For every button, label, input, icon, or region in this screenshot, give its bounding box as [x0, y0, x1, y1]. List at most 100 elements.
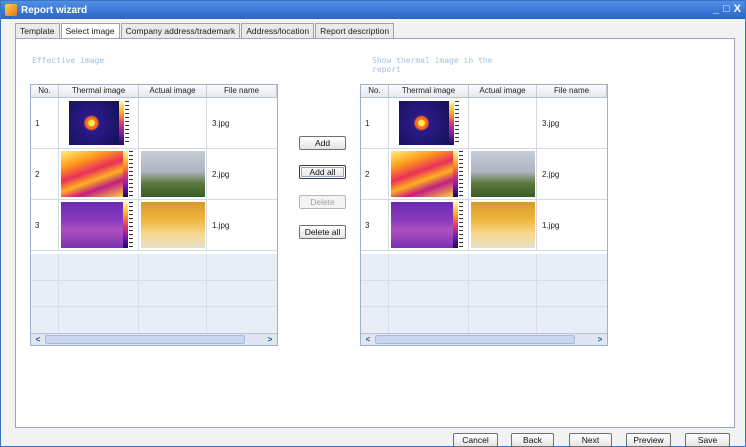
- scroll-left-icon[interactable]: <: [33, 335, 43, 344]
- color-palette: [123, 202, 128, 248]
- row-divider: [31, 306, 277, 307]
- scroll-right-icon[interactable]: >: [595, 335, 605, 344]
- col-divider: [206, 254, 207, 334]
- row-divider: [361, 306, 607, 307]
- tab-panel: Effective image Show thermal image in th…: [15, 38, 735, 428]
- table-row[interactable]: 3 1.jpg: [31, 200, 277, 251]
- scroll-thumb[interactable]: [375, 335, 575, 344]
- actual-image: [141, 202, 205, 248]
- delete-button[interactable]: Delete: [299, 195, 346, 209]
- effective-image-grid[interactable]: No. Thermal image Actual image File name…: [30, 84, 278, 346]
- color-palette: [449, 101, 454, 145]
- file-name: 2.jpg: [212, 169, 230, 179]
- next-button[interactable]: Next: [569, 433, 612, 447]
- maximize-icon[interactable]: □: [723, 3, 730, 15]
- report-wizard-window: Report wizard _ □ X Template Select imag…: [0, 0, 746, 447]
- horizontal-scrollbar[interactable]: < >: [31, 333, 277, 345]
- tab-report-description[interactable]: Report description: [315, 23, 395, 38]
- col-actual-header[interactable]: Actual image: [469, 85, 537, 97]
- tab-company-address[interactable]: Company address/trademark: [120, 23, 241, 38]
- scroll-right-icon[interactable]: >: [265, 335, 275, 344]
- actual-image-cell: [469, 98, 537, 148]
- actual-image: [471, 151, 535, 197]
- palette-ticks: [129, 202, 133, 248]
- col-divider: [388, 254, 389, 334]
- table-row[interactable]: 1 3.jpg: [361, 98, 607, 149]
- window-title: Report wizard: [21, 4, 88, 16]
- actual-image-cell: [469, 149, 537, 199]
- col-divider: [138, 254, 139, 334]
- cancel-button[interactable]: Cancel: [453, 433, 498, 447]
- col-file-header[interactable]: File name: [537, 85, 607, 97]
- table-row[interactable]: 3 1.jpg: [361, 200, 607, 251]
- color-palette: [453, 151, 458, 197]
- delete-all-button[interactable]: Delete all: [299, 225, 346, 239]
- file-name: 3.jpg: [542, 118, 560, 128]
- palette-ticks: [125, 101, 129, 145]
- thermal-image-cell: [59, 98, 139, 148]
- add-button[interactable]: Add: [299, 136, 346, 150]
- thermal-image: [391, 202, 453, 248]
- actual-image-cell: [139, 200, 207, 250]
- table-row[interactable]: 2 2.jpg: [361, 149, 607, 200]
- effective-image-label: Effective image: [32, 56, 105, 65]
- col-no-header[interactable]: No.: [31, 85, 59, 97]
- back-button[interactable]: Back: [511, 433, 554, 447]
- col-divider: [536, 254, 537, 334]
- color-palette: [119, 101, 124, 145]
- thermal-image: [69, 101, 119, 145]
- report-image-grid[interactable]: No. Thermal image Actual image File name…: [360, 84, 608, 346]
- table-row[interactable]: 1 3.jpg: [31, 98, 277, 149]
- col-divider: [58, 254, 59, 334]
- thermal-image: [61, 202, 123, 248]
- actual-image: [141, 151, 205, 197]
- preview-button[interactable]: Preview: [626, 433, 671, 447]
- thermal-image-cell: [389, 200, 469, 250]
- thermal-image-cell: [59, 200, 139, 250]
- save-button[interactable]: Save: [685, 433, 730, 447]
- col-actual-header[interactable]: Actual image: [139, 85, 207, 97]
- empty-grid-area: [31, 254, 277, 334]
- file-name: 1.jpg: [542, 220, 560, 230]
- tab-address-location[interactable]: Address/location: [241, 23, 315, 38]
- col-divider: [468, 254, 469, 334]
- add-all-button[interactable]: Add all: [299, 165, 346, 179]
- row-number: 1: [31, 98, 59, 148]
- palette-ticks: [129, 151, 133, 197]
- actual-image: [471, 202, 535, 248]
- title-bar[interactable]: Report wizard _ □ X: [1, 1, 745, 19]
- window-controls: _ □ X: [713, 3, 741, 15]
- close-icon[interactable]: X: [734, 3, 741, 15]
- row-number: 3: [361, 200, 389, 250]
- file-name: 1.jpg: [212, 220, 230, 230]
- table-row[interactable]: 2 2.jpg: [31, 149, 277, 200]
- row-number: 2: [31, 149, 59, 199]
- grid-rows: 1 3.jpg 2 2.jpg 3 1.jpg: [361, 98, 607, 251]
- col-thermal-header[interactable]: Thermal image: [59, 85, 139, 97]
- grid-header: No. Thermal image Actual image File name: [361, 85, 607, 98]
- scroll-left-icon[interactable]: <: [363, 335, 373, 344]
- col-no-header[interactable]: No.: [361, 85, 389, 97]
- col-thermal-header[interactable]: Thermal image: [389, 85, 469, 97]
- thermal-image-cell: [389, 98, 469, 148]
- actual-image-cell: [139, 98, 207, 148]
- palette-ticks: [459, 202, 463, 248]
- minimize-icon[interactable]: _: [713, 3, 719, 15]
- tab-select-image[interactable]: Select image: [60, 23, 120, 39]
- thermal-image: [399, 101, 449, 145]
- thermal-image-cell: [389, 149, 469, 199]
- palette-ticks: [455, 101, 459, 145]
- thermal-image-cell: [59, 149, 139, 199]
- horizontal-scrollbar[interactable]: < >: [361, 333, 607, 345]
- show-thermal-label-line2: report: [372, 65, 401, 74]
- color-palette: [453, 202, 458, 248]
- grid-rows: 1 3.jpg 2 2.jpg 3 1.jpg: [31, 98, 277, 251]
- actual-image-cell: [139, 149, 207, 199]
- app-icon: [5, 4, 17, 16]
- scroll-thumb[interactable]: [45, 335, 245, 344]
- tab-template[interactable]: Template: [15, 23, 60, 38]
- color-palette: [123, 151, 128, 197]
- col-file-header[interactable]: File name: [207, 85, 277, 97]
- palette-ticks: [459, 151, 463, 197]
- row-number: 1: [361, 98, 389, 148]
